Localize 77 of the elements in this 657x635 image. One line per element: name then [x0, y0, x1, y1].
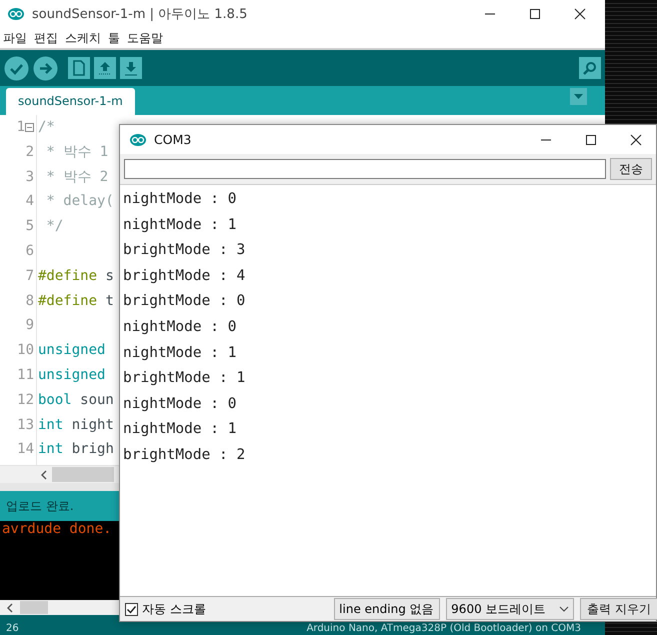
scrollbar-thumb[interactable] — [20, 601, 48, 614]
line-number: 11 — [17, 366, 34, 385]
code-text: t — [104, 292, 114, 311]
file-tab[interactable]: soundSensor-1-m — [6, 88, 135, 115]
close-icon[interactable] — [630, 134, 642, 146]
code-text: s — [104, 266, 114, 286]
output-line: nightMode : 0 — [123, 318, 238, 337]
line-number: 5 — [26, 217, 34, 236]
scrollbar-thumb[interactable] — [52, 467, 114, 482]
code-text: soun — [79, 390, 114, 410]
line-ending-dropdown[interactable]: line ending 없음 — [334, 598, 440, 620]
code-keyword: int — [38, 440, 64, 460]
output-line: nightMode : 0 — [123, 190, 238, 209]
menu-item[interactable]: 편집 — [34, 30, 58, 46]
line-number: 13 — [17, 416, 34, 435]
output-line: brightMode : 0 — [123, 292, 246, 312]
window-title: soundSensor-1-m | 아두이노 1.8.5 — [32, 6, 248, 23]
code-comment: */ — [45, 217, 64, 236]
search-icon[interactable] — [579, 57, 601, 79]
menu-item[interactable]: 도움말 — [127, 30, 163, 46]
line-number: 6 — [26, 242, 34, 261]
code-text: night — [70, 416, 114, 435]
menu-item[interactable]: 스케치 — [65, 30, 101, 46]
code-comment: * delay( — [45, 192, 114, 212]
new-file-icon[interactable] — [68, 57, 90, 79]
code-keyword: bool — [38, 390, 72, 410]
send-button[interactable]: 전송 — [610, 158, 652, 180]
logo-icon — [130, 134, 146, 146]
maximize-icon[interactable] — [529, 8, 541, 20]
console-status: 업로드 완료. — [6, 498, 74, 514]
dropdown-icon[interactable] — [570, 88, 587, 105]
output-line: brightMode : 2 — [123, 446, 246, 465]
output-line: nightMode : 1 — [123, 216, 238, 235]
line-number: 10 — [17, 341, 34, 360]
output-line: brightMode : 1 — [123, 369, 246, 388]
line-number: 1 — [16, 118, 25, 137]
output-line: nightMode : 0 — [123, 394, 238, 414]
line-number: 8 — [26, 292, 34, 311]
code-keyword: int — [38, 416, 64, 435]
logo-icon — [8, 8, 24, 20]
console-line: avrdude done. — [2, 521, 113, 537]
output-line: brightMode : 4 — [123, 266, 246, 286]
menu-item[interactable]: 툴 — [108, 30, 120, 46]
line-number: 2 — [26, 142, 34, 162]
line-number: 12 — [17, 390, 34, 410]
code-keyword: unsigned — [38, 366, 106, 385]
board-info: Arduino Nano, ATmega328P (Old Bootloader) on COM3 — [306, 622, 581, 634]
output-line: brightMode : 3 — [123, 241, 246, 260]
line-number: 3 — [26, 168, 34, 187]
code-comment: * 박수 1 — [45, 142, 108, 162]
output-line: nightMode : 1 — [123, 344, 238, 363]
checkbox[interactable] — [125, 602, 138, 616]
autoscroll-label: 자동 스크롤 — [142, 600, 206, 618]
line-number: 4 — [26, 192, 34, 212]
line-number: 14 — [17, 440, 34, 460]
maximize-icon[interactable] — [585, 134, 597, 146]
scroll-left-icon[interactable] — [40, 470, 48, 480]
code-comment: * 박수 2 — [45, 168, 108, 187]
clear-output-button[interactable]: 출력 지우기 — [580, 598, 657, 620]
menu-item[interactable]: 파일 — [3, 30, 27, 46]
code-keyword: unsigned — [38, 341, 106, 360]
collapse-icon[interactable] — [25, 122, 34, 132]
output-line: nightMode : 1 — [123, 420, 238, 440]
code-comment: /* — [38, 118, 55, 137]
code-text: brigh — [70, 440, 114, 460]
caret-icon — [559, 606, 570, 612]
checkmark-icon[interactable] — [4, 56, 29, 80]
window-title: COM3 — [154, 132, 192, 147]
close-icon[interactable] — [574, 8, 586, 20]
line-number: 7 — [26, 266, 34, 286]
input-field[interactable] — [124, 159, 606, 179]
code-directive: #define — [38, 292, 98, 311]
scroll-left-icon[interactable] — [6, 602, 14, 612]
line-indicator: 26 — [6, 622, 19, 634]
code-directive: #define — [38, 266, 98, 286]
baud-rate-dropdown[interactable]: 9600 보드레이트 — [446, 598, 574, 620]
line-number: 9 — [26, 316, 34, 336]
